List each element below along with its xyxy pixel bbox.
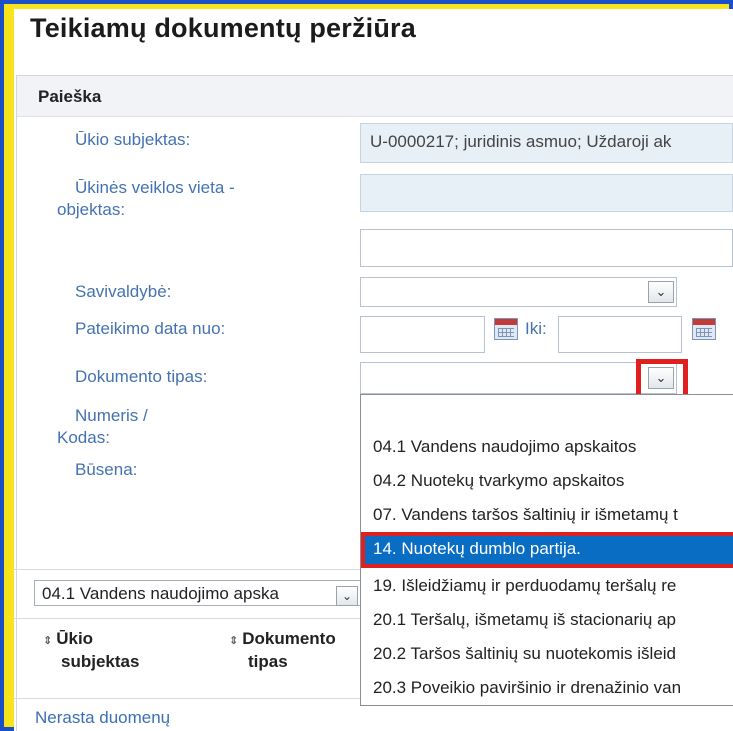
dokumento-tipas-select[interactable]: ⌄	[360, 362, 677, 394]
chevron-down-icon[interactable]: ⌄	[648, 281, 674, 303]
ukio-subjektas-value: U-0000217; juridinis asmuo; Uždaroji ak	[370, 132, 672, 151]
savivaldybe-label: Savivaldybė:	[75, 282, 172, 301]
document-type-filter[interactable]: 04.1 Vandens naudojimo apska	[34, 580, 366, 606]
search-panel-title: Paieška	[38, 87, 102, 106]
dropdown-option[interactable]: 20.1 Teršalų, išmetamų iš stacionarių ap	[361, 603, 733, 637]
empty-results-text: Nerasta duomenų	[35, 708, 171, 727]
dropdown-option[interactable]: 19. Išleidžiamų ir perduodamų teršalų re	[361, 569, 733, 603]
iki-label: Iki:	[525, 319, 547, 338]
ukio-subjektas-label: Ūkio subjektas:	[75, 130, 191, 149]
column-ukio-subjektas-line1: Ūkio	[56, 629, 94, 648]
column-ukio-subjektas-line2: subjektas	[61, 652, 140, 671]
column-dokumento-tipas-line2: tipas	[248, 652, 288, 671]
chevron-down-icon[interactable]: ⌄	[336, 586, 358, 606]
ukio-subjektas-field[interactable]: U-0000217; juridinis asmuo; Uždaroji ak	[360, 123, 733, 163]
calendar-icon[interactable]	[494, 318, 518, 340]
numeris-label-line2: Kodas:	[57, 428, 110, 447]
dropdown-option[interactable]: 07. Vandens taršos šaltinių ir išmetamų …	[361, 498, 733, 532]
column-dokumento-tipas-line1: Dokumento	[242, 629, 336, 648]
sort-icon: ⇕	[229, 635, 239, 647]
page: Teikiamų dokumentų peržiūra Paieška Ūkio…	[14, 9, 733, 731]
veiklos-vieta-field[interactable]	[360, 174, 733, 212]
veiklos-vieta-label-line1: Ūkinės veiklos vieta -	[75, 178, 235, 197]
dropdown-option[interactable]: 04.1 Vandens naudojimo apskaitos	[361, 430, 733, 464]
dokumento-tipas-label: Dokumento tipas:	[75, 367, 208, 386]
page-title: Teikiamų dokumentų peržiūra	[30, 13, 416, 43]
dokumento-tipas-dropdown-list[interactable]: 04.1 Vandens naudojimo apskaitos 04.2 Nu…	[360, 394, 733, 706]
search-panel-header[interactable]: Paieška	[17, 76, 733, 117]
busena-label: Būsena:	[75, 460, 138, 479]
veiklos-vieta-object-field[interactable]	[360, 229, 733, 267]
date-from-input[interactable]	[360, 316, 485, 353]
pateikimo-data-label: Pateikimo data nuo:	[75, 319, 226, 338]
document-type-filter-value: 04.1 Vandens naudojimo apska	[42, 584, 279, 603]
dropdown-option[interactable]: 20.2 Taršos šaltinių su nuotekomis išlei…	[361, 637, 733, 671]
dropdown-option[interactable]: 20.3 Poveikio paviršinio ir drenažinio v…	[361, 671, 733, 705]
date-to-input[interactable]	[558, 316, 682, 353]
veiklos-vieta-label-line2: objektas:	[57, 200, 126, 219]
calendar-icon[interactable]	[692, 318, 716, 340]
numeris-label-line1: Numeris /	[75, 406, 148, 425]
dropdown-option-selected[interactable]: 14. Nuotekų dumblo partija.	[361, 532, 733, 568]
dropdown-option[interactable]: 04.2 Nuotekų tvarkymo apskaitos	[361, 464, 733, 498]
sort-icon: ⇕	[43, 635, 53, 647]
savivaldybe-select[interactable]: ⌄	[360, 277, 677, 307]
